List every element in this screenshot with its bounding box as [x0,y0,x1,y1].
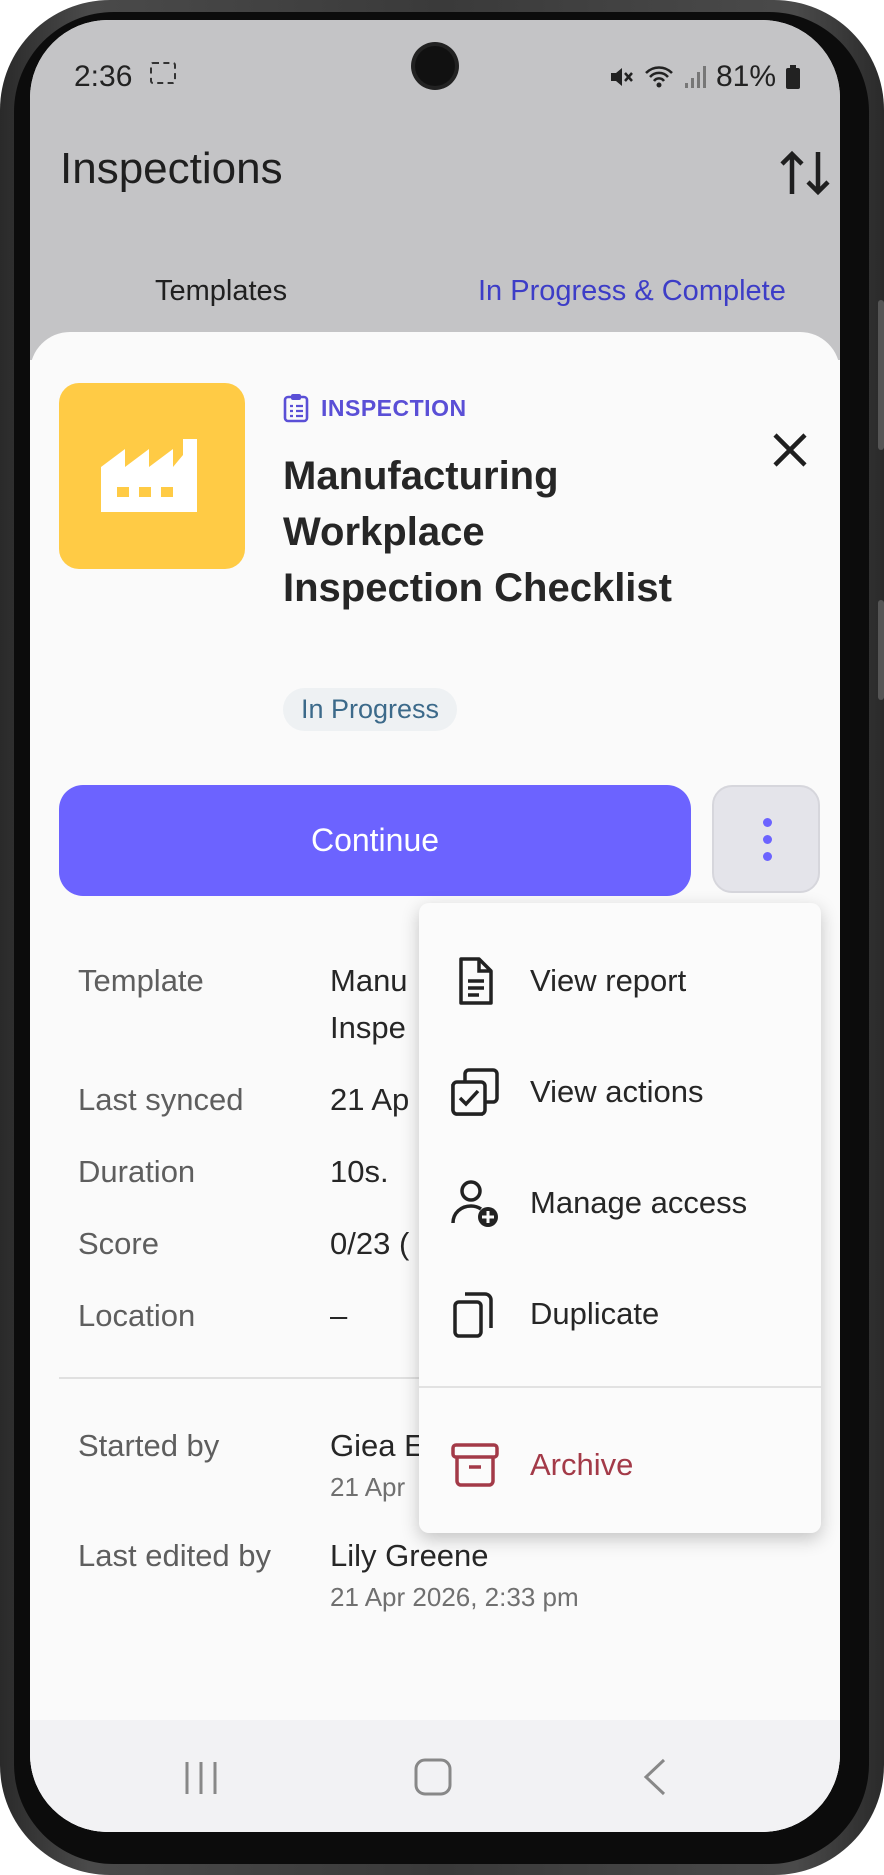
started-by-value: Giea E [330,1428,425,1463]
more-dot [763,835,772,844]
template-value: Manu [330,963,408,998]
menu-item-view-actions[interactable]: View actions [419,1044,821,1140]
battery-icon [786,65,800,89]
score-label: Score [78,1226,159,1261]
more-options-menu: View report View actions Manage access D… [419,903,821,1533]
last-edited-label: Last edited by [78,1538,272,1573]
score-value: 0/23 ( [330,1226,410,1261]
menu-item-view-report[interactable]: View report [419,933,821,1029]
inspection-type-badge: INSPECTION [283,393,467,423]
menu-item-label: Archive [530,1447,634,1482]
status-icons: 81% [608,60,800,94]
close-icon[interactable] [765,425,815,475]
status-time: 2:36 [74,60,133,93]
started-by-date: 21 Apr [330,1472,406,1502]
status-badge: In Progress [283,688,458,731]
mute-icon [610,68,633,86]
signal-icon [684,66,706,88]
menu-divider [419,1386,821,1388]
last-edited-value: Lily Greene [330,1538,489,1573]
duration-value: 10s. [330,1154,389,1189]
system-nav-bar [30,1720,840,1832]
template-thumbnail [59,383,245,569]
tab-templates[interactable]: Templates [155,275,287,308]
last-edited-date: 21 Apr 2026, 2:33 pm [330,1582,579,1612]
actions-icon [451,1068,499,1116]
clipboard-icon [283,394,309,423]
tab-in-progress[interactable]: In Progress & Complete [478,275,786,308]
location-value: – [330,1298,348,1333]
status-bar: 2:36 81% [30,20,840,130]
copy-icon [453,1292,493,1338]
archive-icon [451,1443,499,1487]
power-button [878,600,884,700]
continue-button[interactable]: Continue [59,785,691,896]
screen-record-icon [150,62,176,84]
wifi-icon [645,66,673,88]
front-camera [415,46,455,86]
recents-icon[interactable] [181,1758,221,1798]
last-synced-label: Last synced [78,1082,244,1117]
template-value-line2: Inspe [330,1010,406,1045]
inspection-type-label: INSPECTION [321,394,467,421]
screen: 2:36 81% Inspections Templates In Progre… [30,20,840,1832]
more-options-button[interactable] [712,785,820,893]
template-label: Template [78,963,204,998]
menu-item-manage-access[interactable]: Manage access [419,1155,821,1251]
home-icon[interactable] [412,1756,454,1798]
document-icon [459,957,493,1005]
inspection-title: Manufacturing Workplace Inspection Check… [283,454,672,610]
person-add-icon [451,1180,498,1227]
more-dot [763,852,772,861]
battery-percent: 81% [715,60,776,93]
volume-button [878,300,884,450]
started-by-label: Started by [78,1428,220,1463]
back-icon[interactable] [640,1756,670,1798]
menu-item-label: Manage access [530,1185,748,1220]
phone-frame: 2:36 81% Inspections Templates In Progre… [0,0,884,1875]
more-dot [763,818,772,827]
menu-item-duplicate[interactable]: Duplicate [419,1266,821,1362]
location-label: Location [78,1298,196,1333]
factory-icon [101,439,197,512]
menu-item-archive[interactable]: Archive [419,1417,821,1513]
menu-item-label: View report [530,963,687,998]
last-synced-value: 21 Ap [330,1082,410,1117]
page-title: Inspections [60,144,283,193]
duration-label: Duration [78,1154,196,1189]
menu-item-label: Duplicate [530,1296,660,1331]
sort-icon[interactable] [778,148,832,198]
menu-item-label: View actions [530,1074,704,1109]
